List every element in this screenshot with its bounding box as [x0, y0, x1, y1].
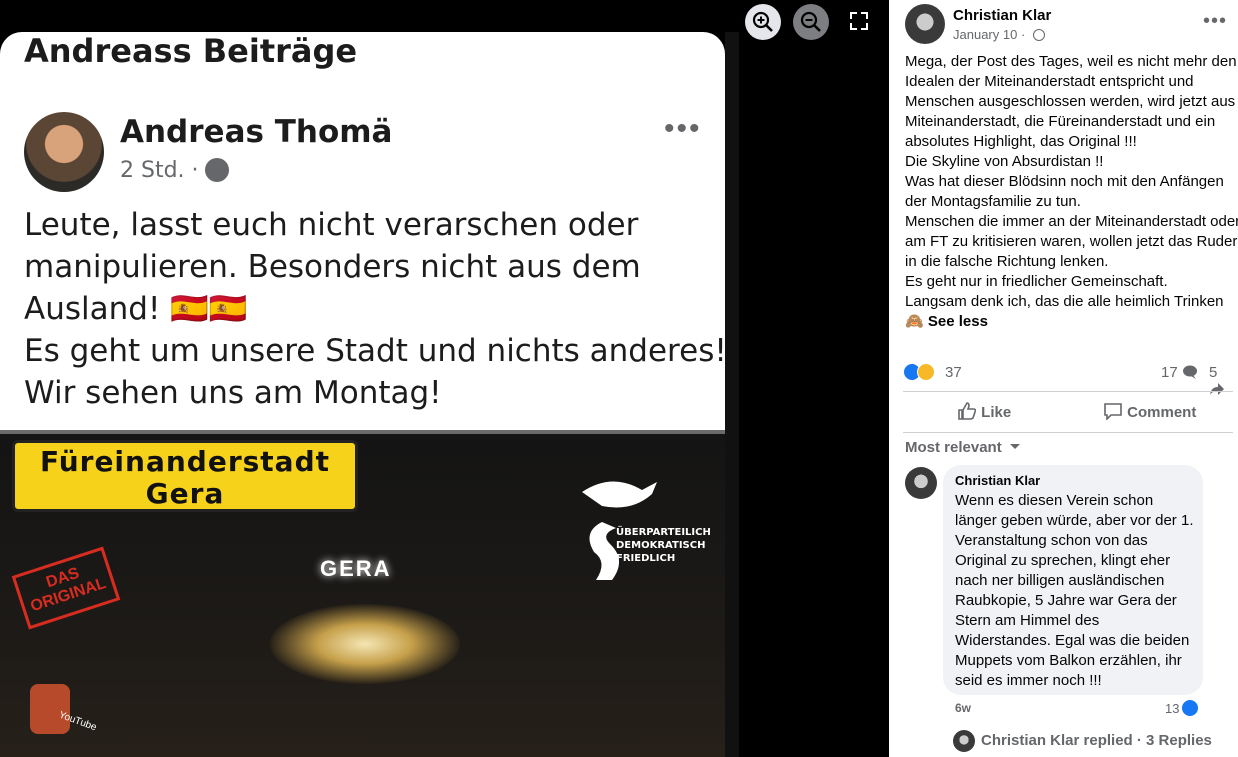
post-text-line: Was hat dieser Blödsinn noch mit den Anf…: [905, 173, 1224, 190]
comment-text-line: Raubkopie, 5 Jahre war Gera der: [955, 592, 1177, 609]
screenshot-header: Andreass Beiträge: [24, 32, 358, 70]
post-date[interactable]: January 10 ·: [953, 27, 1025, 42]
see-less-row: 🙈 See less: [905, 312, 1225, 332]
post-text: Mega, der Post des Tages, weil es nicht …: [905, 52, 1238, 332]
comment-text-line: nach ner billigen ausländischen: [955, 572, 1165, 589]
comment-bubble: Christian Klar Wenn es diesen Verein sch…: [943, 465, 1203, 695]
reply-avatar[interactable]: [953, 730, 975, 752]
party-line1: ÜBERPARTEILICH: [616, 527, 711, 538]
screenshot-body-line: Es geht um unsere Stadt und nichts ander…: [24, 333, 725, 369]
share-arrow-icon: [1210, 383, 1224, 395]
comment-text-line: seid es immer noch !!!: [955, 672, 1102, 689]
expand-icon[interactable]: [848, 10, 870, 32]
sort-label[interactable]: Most relevant: [905, 439, 1002, 456]
share-count-value[interactable]: 5: [1209, 364, 1217, 381]
photo: Andreass Beiträge Andreas Thomä 2 Std. ·…: [0, 32, 725, 757]
reaction-count[interactable]: 37: [945, 364, 962, 381]
post-text-line: Idealen der Miteinanderstadt entspricht …: [905, 73, 1194, 90]
post-author[interactable]: Christian Klar: [953, 7, 1051, 24]
screenshot-body-line: manipulieren. Besonders nicht aus dem: [24, 249, 641, 285]
screenshot-author: Andreas Thomä: [120, 114, 393, 150]
photo-edge: [725, 32, 739, 757]
like-button[interactable]: Like: [957, 402, 1011, 424]
thumbs-up-icon: [958, 402, 977, 420]
post-text-line: Mega, der Post des Tages, weil es nicht …: [905, 53, 1237, 70]
screenshot-avatar: [24, 112, 104, 192]
town-sign: Füreinanderstadt Gera: [12, 440, 358, 512]
post-text-line: Miteinanderstadt, die Füreinanderstadt u…: [905, 113, 1216, 130]
comment-text-line: länger geben würde, aber vor der 1.: [955, 512, 1194, 529]
party-slogan: ÜBERPARTEILICH DEMOKRATISCH FRIEDLICH: [616, 526, 711, 565]
monkey-emoji: 🙈: [905, 313, 924, 330]
see-less-link[interactable]: See less: [928, 313, 988, 330]
photo-viewer: Andreass Beiträge Andreas Thomä 2 Std. ·…: [0, 0, 889, 757]
comment-bubble-icon: [1182, 365, 1197, 379]
screenshot-time: 2 Std. ·: [120, 158, 199, 183]
party-line3: FRIEDLICH: [616, 553, 676, 564]
post-text-line: am FT zu kritisieren waren, wollen jetzt…: [905, 233, 1238, 250]
comment-button[interactable]: Comment: [1103, 402, 1196, 424]
post-text-line: der Montagsfamilie zu tun.: [905, 193, 1081, 210]
like-reaction-icon[interactable]: [1181, 699, 1199, 717]
post-date-text[interactable]: January 10: [953, 27, 1017, 42]
comment-icon: [1104, 403, 1122, 421]
more-options-icon[interactable]: •••: [1203, 10, 1227, 33]
comment-count-value[interactable]: 17: [1161, 364, 1178, 381]
screenshot-time-text: 2 Std.: [120, 158, 185, 183]
screenshot-time-dot: ·: [191, 158, 199, 183]
screenshot-body: Leute, lasst euch nicht verarschen oder …: [24, 204, 725, 414]
post-text-line: Menschen die immer an der Miteinandersta…: [905, 213, 1238, 230]
comment-text-line: Stern am Himmel des: [955, 612, 1100, 629]
globe-icon: [1033, 29, 1045, 41]
post-sidebar: Christian Klar January 10 · ••• Mega, de…: [889, 0, 1238, 757]
comment-text-line: Original zu sprechen, klingt eher: [955, 552, 1171, 569]
zoom-out-button[interactable]: [793, 4, 829, 40]
screenshot-body-line: Leute, lasst euch nicht verarschen oder: [24, 207, 639, 243]
post-text-line: Es geht nur in friedlicher Gemeinschaft.: [905, 273, 1168, 290]
comment-text-line: Wenn es diesen Verein schon: [955, 492, 1154, 509]
screenshot-body-line: Wir sehen uns am Montag!: [24, 375, 442, 411]
chevron-down-icon: [1009, 444, 1020, 449]
post-text-line: Menschen ausgeschlossen werden, wird jet…: [905, 93, 1236, 110]
reaction-bar: 37 17 5: [903, 362, 1233, 395]
sort-dropdown[interactable]: Most relevant: [905, 439, 1021, 456]
view-replies-link[interactable]: Christian Klar replied · 3 Replies: [981, 732, 1212, 749]
divider: [903, 432, 1233, 433]
post-text-line: absolutes Highlight, das Original !!!: [905, 133, 1137, 150]
poster-image: Füreinanderstadt Gera DAS ORIGINAL GERA …: [0, 430, 725, 757]
comment-text-line: Muppets vom Balkon erzählen, ihr: [955, 652, 1182, 669]
comment-time[interactable]: 6w: [955, 701, 971, 715]
town-sign-line2: Gera: [145, 477, 225, 510]
comment-count[interactable]: 17: [1161, 364, 1198, 381]
comment-label[interactable]: Comment: [1127, 404, 1196, 421]
comment-text-line: Widerstandes. Egal was die beiden: [955, 632, 1190, 649]
city-label: GERA: [320, 556, 392, 581]
divider: [903, 391, 1233, 392]
post-text-line: Die Skyline von Absurdistan !!: [905, 153, 1104, 170]
zoom-out-icon: [800, 11, 821, 32]
town-sign-line1: Füreinanderstadt: [39, 445, 331, 478]
comment-text-line: Veranstaltung schon von das: [955, 532, 1148, 549]
screenshot-more-icon: •••: [664, 112, 702, 145]
crest-icon: [30, 684, 70, 734]
comment-like-count[interactable]: 13: [1165, 701, 1179, 716]
comment-avatar[interactable]: [905, 467, 937, 499]
comment-text: Wenn es diesen Verein schon länger geben…: [955, 491, 1194, 691]
post-date-sep: ·: [1020, 27, 1026, 42]
post-text-line: Langsam denk ich, das die alle heimlich …: [905, 293, 1224, 310]
globe-icon: [205, 158, 229, 182]
share-count[interactable]: 5: [1209, 364, 1233, 398]
original-stamp: DAS ORIGINAL: [11, 546, 121, 630]
zoom-in-icon: [752, 11, 773, 32]
avatar[interactable]: [905, 4, 945, 44]
zoom-in-button[interactable]: [745, 4, 781, 40]
like-label[interactable]: Like: [981, 404, 1011, 421]
party-line2: DEMOKRATISCH: [616, 540, 706, 551]
comment-author[interactable]: Christian Klar: [955, 473, 1191, 489]
screenshot-body-line: Ausland! 🇪🇸🇪🇸: [24, 291, 248, 327]
post-text-line: in die falsche Richtung lenken.: [905, 253, 1109, 270]
city-skyline-glow: [270, 604, 460, 684]
haha-reaction-icon[interactable]: [917, 363, 935, 381]
